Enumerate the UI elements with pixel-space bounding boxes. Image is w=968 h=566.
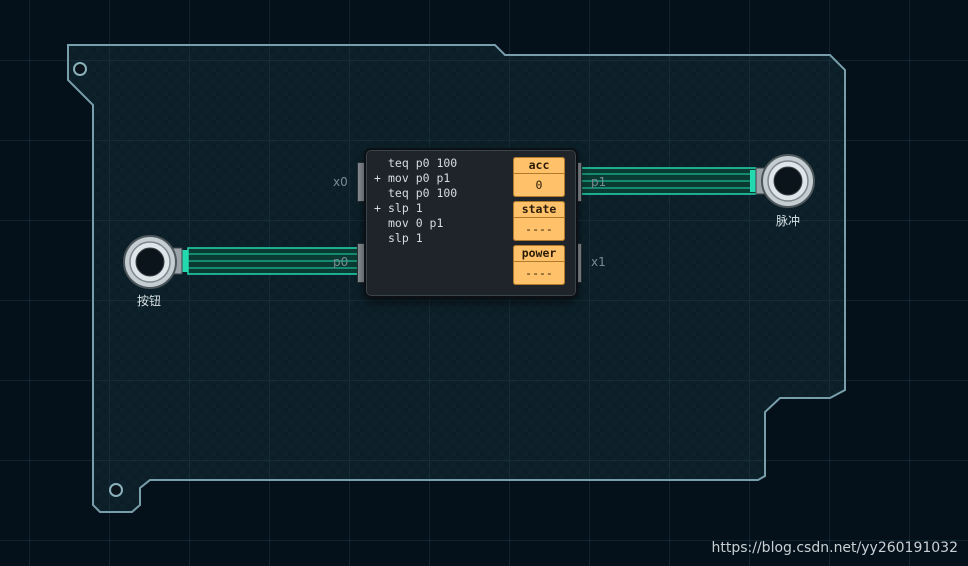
code-editor[interactable]: teq p0 100 + mov p0 p1 teq p0 100 + slp 1 …: [374, 156, 512, 246]
code-line[interactable]: + mov p0 p1: [374, 171, 512, 186]
register-name: acc: [513, 157, 565, 174]
pin-label-x0: x0: [333, 175, 348, 189]
code-text: slp 1: [388, 201, 423, 215]
pin-label-x1: x1: [591, 255, 606, 269]
button-label: 按钮: [137, 294, 162, 308]
pin-label-p1: p1: [591, 175, 607, 189]
line-modifier: +: [374, 171, 381, 185]
pulse-label: 脉冲: [776, 214, 801, 228]
watermark: https://blog.csdn.net/yy260191032: [711, 540, 959, 556]
code-line[interactable]: teq p0 100: [374, 156, 512, 171]
code-line[interactable]: + slp 1: [374, 201, 512, 216]
code-line[interactable]: teq p0 100: [374, 186, 512, 201]
code-text: mov p0 p1: [388, 171, 451, 185]
wire-p1-pulse[interactable]: [579, 167, 757, 195]
pin-label-p0: p0: [333, 255, 349, 269]
mount-hole-bottom: [109, 483, 123, 497]
wire-button-p0[interactable]: [181, 247, 359, 275]
register-state: state ----: [513, 201, 565, 241]
register-name: state: [513, 201, 565, 218]
register-power: power ----: [513, 245, 565, 285]
code-line[interactable]: slp 1: [374, 231, 512, 246]
register-value: ----: [525, 266, 553, 280]
register-value: 0: [535, 178, 543, 192]
code-line[interactable]: mov 0 p1: [374, 216, 512, 231]
line-modifier: +: [374, 201, 381, 215]
code-text: teq p0 100: [388, 156, 458, 170]
code-text: slp 1: [388, 231, 423, 245]
register-name: power: [513, 245, 565, 262]
register-value: ----: [525, 222, 553, 236]
microcontroller[interactable]: teq p0 100 + mov p0 p1 teq p0 100 + slp 1 …: [364, 148, 578, 298]
mount-hole-top: [73, 62, 87, 76]
register-acc: acc 0: [513, 157, 565, 197]
code-text: teq p0 100: [388, 186, 458, 200]
code-text: mov 0 p1: [388, 216, 444, 230]
